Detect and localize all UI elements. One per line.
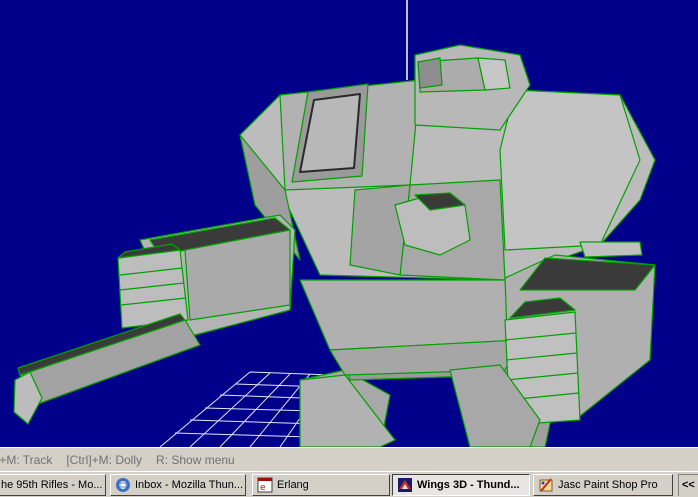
taskbar-item-label: Inbox - Mozilla Thun... (135, 479, 244, 491)
taskbar-item-95th-rifles[interactable]: he 95th Rifles - Mo... (0, 474, 106, 496)
status-bar: ]+M: Track [Ctrl]+M: Dolly R: Show menu (0, 447, 698, 471)
taskbar-item-paintshop[interactable]: Jasc Paint Shop Pro (533, 474, 673, 496)
taskbar-item-wings3d[interactable]: Wings 3D - Thund... (392, 474, 530, 496)
windows-taskbar: he 95th Rifles - Mo... Inbox - Mozilla T… (0, 471, 698, 497)
status-hint-dolly: [Ctrl]+M: Dolly (66, 452, 143, 467)
paintshop-icon (538, 477, 554, 493)
taskbar-item-label: Erlang (277, 479, 309, 491)
taskbar-item-erlang[interactable]: e Erlang (252, 474, 390, 496)
3d-viewport[interactable] (0, 0, 698, 447)
mech-mesh (13, 44, 656, 447)
status-hint-menu: R: Show menu (156, 452, 235, 467)
tray-expand-button[interactable]: << (678, 474, 698, 496)
thunderbird-icon (115, 477, 131, 493)
erlang-icon: e (257, 477, 273, 493)
taskbar-item-label: he 95th Rifles - Mo... (1, 479, 103, 491)
taskbar-item-label: Jasc Paint Shop Pro (558, 479, 658, 491)
svg-text:e: e (260, 483, 266, 493)
wings3d-icon (397, 477, 413, 493)
taskbar-item-label: Wings 3D - Thund... (417, 479, 520, 491)
taskbar-item-thunderbird[interactable]: Inbox - Mozilla Thun... (110, 474, 246, 496)
mech-model-render (13, 0, 656, 447)
status-hint-track: ]+M: Track (0, 452, 53, 467)
